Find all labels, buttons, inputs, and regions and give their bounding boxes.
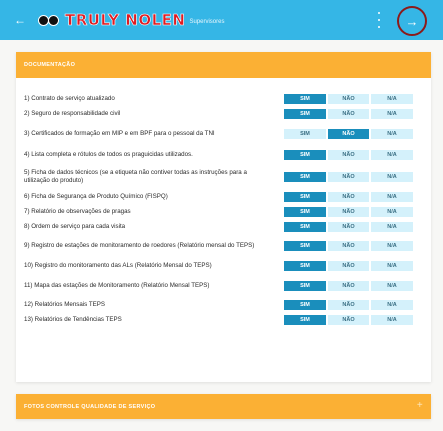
option-nao-button[interactable]: NÃO	[327, 221, 370, 233]
answer-options: SIM NÃO N/A	[283, 108, 414, 120]
option-sim-button[interactable]: SIM	[283, 108, 327, 120]
question-label: 3) Certificados de formação em MIP e em …	[24, 130, 215, 137]
checklist-row: 2) Seguro de responsabilidade civil SIM NÃ…	[16, 108, 431, 120]
option-nao-button[interactable]: NÃO	[327, 299, 370, 311]
option-sim-button[interactable]: SIM	[283, 260, 327, 272]
checklist-row: 13) Relatórios de Tendências TEPS SIM NÃO N…	[16, 314, 431, 326]
logo-text: TRULY NOLEN	[65, 11, 186, 30]
question-label: 2) Seguro de responsabilidade civil	[24, 110, 121, 117]
checklist-row: 9) Registro de estações de monitoramento…	[16, 237, 431, 255]
option-sim-button[interactable]: SIM	[283, 280, 327, 292]
question-label: 9) Registro de estações de monitoramento…	[24, 242, 255, 249]
option-na-button[interactable]: N/A	[370, 128, 414, 140]
checklist-row: 5) Ficha de dados técnicos (se a etiquet…	[16, 168, 431, 186]
logo-bug-icon	[38, 14, 62, 27]
checklist-row: 7) Relatório de observações de pragas SIM…	[16, 206, 431, 218]
checklist-row: 11) Mapa das estações de Monitoramento (…	[16, 277, 431, 295]
option-nao-button[interactable]: NÃO	[327, 240, 370, 252]
option-sim-button[interactable]: SIM	[283, 191, 327, 203]
back-button[interactable]: ←	[6, 0, 34, 40]
plus-icon[interactable]: +	[417, 400, 423, 411]
arrow-right-icon: →	[405, 13, 419, 29]
section-header-documentacao[interactable]: DOCUMENTAÇÃO	[16, 52, 431, 78]
answer-options: SIM NÃO N/A	[283, 221, 414, 233]
answer-options: SIM NÃO N/A	[283, 128, 414, 140]
option-nao-button[interactable]: NÃO	[327, 260, 370, 272]
option-na-button[interactable]: N/A	[370, 314, 414, 326]
checklist-row: 3) Certificados de formação em MIP e em …	[16, 125, 431, 143]
option-na-button[interactable]: N/A	[370, 240, 414, 252]
checklist-row: 12) Relatórios Mensais TEPS SIM NÃO N/A	[16, 299, 431, 311]
option-nao-button[interactable]: NÃO	[327, 280, 370, 292]
question-label: 1) Contrato de serviço atualizado	[24, 95, 115, 102]
more-vertical-icon	[378, 12, 380, 14]
section-title: FOTOS CONTROLE QUALIDADE DE SERVIÇO	[24, 403, 156, 410]
option-na-button[interactable]: N/A	[370, 280, 414, 292]
option-nao-button[interactable]: NÃO	[327, 149, 370, 161]
answer-options: SIM NÃO N/A	[283, 191, 414, 203]
question-label: 4) Lista completa e rótulos de todos os …	[24, 151, 193, 158]
option-na-button[interactable]: N/A	[370, 260, 414, 272]
option-na-button[interactable]: N/A	[370, 299, 414, 311]
option-sim-button[interactable]: SIM	[283, 128, 327, 140]
logo: TRULY NOLEN Supervisores	[38, 11, 224, 29]
question-label: 11) Mapa das estações de Monitoramento (…	[24, 282, 210, 289]
question-label: 8) Ordem de serviço para cada visita	[24, 223, 126, 230]
documentacao-card: DOCUMENTAÇÃO 1) Contrato de serviço atua…	[16, 52, 431, 382]
section-header-fotos[interactable]: FOTOS CONTROLE QUALIDADE DE SERVIÇO +	[16, 394, 431, 419]
answer-options: SIM NÃO N/A	[283, 206, 414, 218]
option-sim-button[interactable]: SIM	[283, 206, 327, 218]
option-sim-button[interactable]: SIM	[283, 221, 327, 233]
option-sim-button[interactable]: SIM	[283, 240, 327, 252]
option-sim-button[interactable]: SIM	[283, 314, 327, 326]
option-sim-button[interactable]: SIM	[283, 149, 327, 161]
checklist-row: 4) Lista completa e rótulos de todos os …	[16, 146, 431, 164]
app-bar: ← TRULY NOLEN Supervisores →	[0, 0, 443, 40]
option-nao-button[interactable]: NÃO	[327, 206, 370, 218]
checklist-row: 10) Registro do monitoramento das ALs (R…	[16, 257, 431, 275]
answer-options: SIM NÃO N/A	[283, 314, 414, 326]
logo-subtitle: Supervisores	[189, 19, 225, 25]
option-na-button[interactable]: N/A	[370, 171, 414, 183]
option-nao-button[interactable]: NÃO	[327, 191, 370, 203]
section-title: DOCUMENTAÇÃO	[24, 62, 76, 68]
answer-options: SIM NÃO N/A	[283, 93, 414, 105]
forward-button[interactable]: →	[397, 6, 427, 36]
more-options-button[interactable]	[374, 12, 384, 28]
checklist-row: 8) Ordem de serviço para cada visita SIM N…	[16, 221, 431, 233]
option-na-button[interactable]: N/A	[370, 206, 414, 218]
option-nao-button[interactable]: NÃO	[327, 128, 370, 140]
option-nao-button[interactable]: NÃO	[327, 171, 370, 183]
question-label: 10) Registro do monitoramento das ALs (R…	[24, 262, 212, 269]
option-nao-button[interactable]: NÃO	[327, 314, 370, 326]
option-na-button[interactable]: N/A	[370, 108, 414, 120]
option-nao-button[interactable]: NÃO	[327, 108, 370, 120]
answer-options: SIM NÃO N/A	[283, 149, 414, 161]
question-label: 5) Ficha de dados técnicos (se a etiquet…	[24, 169, 247, 184]
checklist-row: 1) Contrato de serviço atualizado SIM NÃO N…	[16, 93, 431, 105]
question-label: 7) Relatório de observações de pragas	[24, 208, 131, 215]
question-label: 12) Relatórios Mensais TEPS	[24, 301, 106, 308]
question-label: 13) Relatórios de Tendências TEPS	[24, 316, 122, 323]
option-na-button[interactable]: N/A	[370, 149, 414, 161]
option-sim-button[interactable]: SIM	[283, 171, 327, 183]
checklist-row: 6) Ficha de Segurança de Produto Químico…	[16, 191, 431, 203]
answer-options: SIM NÃO N/A	[283, 240, 414, 252]
option-na-button[interactable]: N/A	[370, 93, 414, 105]
option-na-button[interactable]: N/A	[370, 191, 414, 203]
arrow-left-icon: ←	[14, 13, 26, 27]
answer-options: SIM NÃO N/A	[283, 280, 414, 292]
option-sim-button[interactable]: SIM	[283, 299, 327, 311]
option-na-button[interactable]: N/A	[370, 221, 414, 233]
answer-options: SIM NÃO N/A	[283, 299, 414, 311]
answer-options: SIM NÃO N/A	[283, 171, 414, 183]
option-nao-button[interactable]: NÃO	[327, 93, 370, 105]
question-label: 6) Ficha de Segurança de Produto Químico…	[24, 193, 168, 200]
option-sim-button[interactable]: SIM	[283, 93, 327, 105]
answer-options: SIM NÃO N/A	[283, 260, 414, 272]
